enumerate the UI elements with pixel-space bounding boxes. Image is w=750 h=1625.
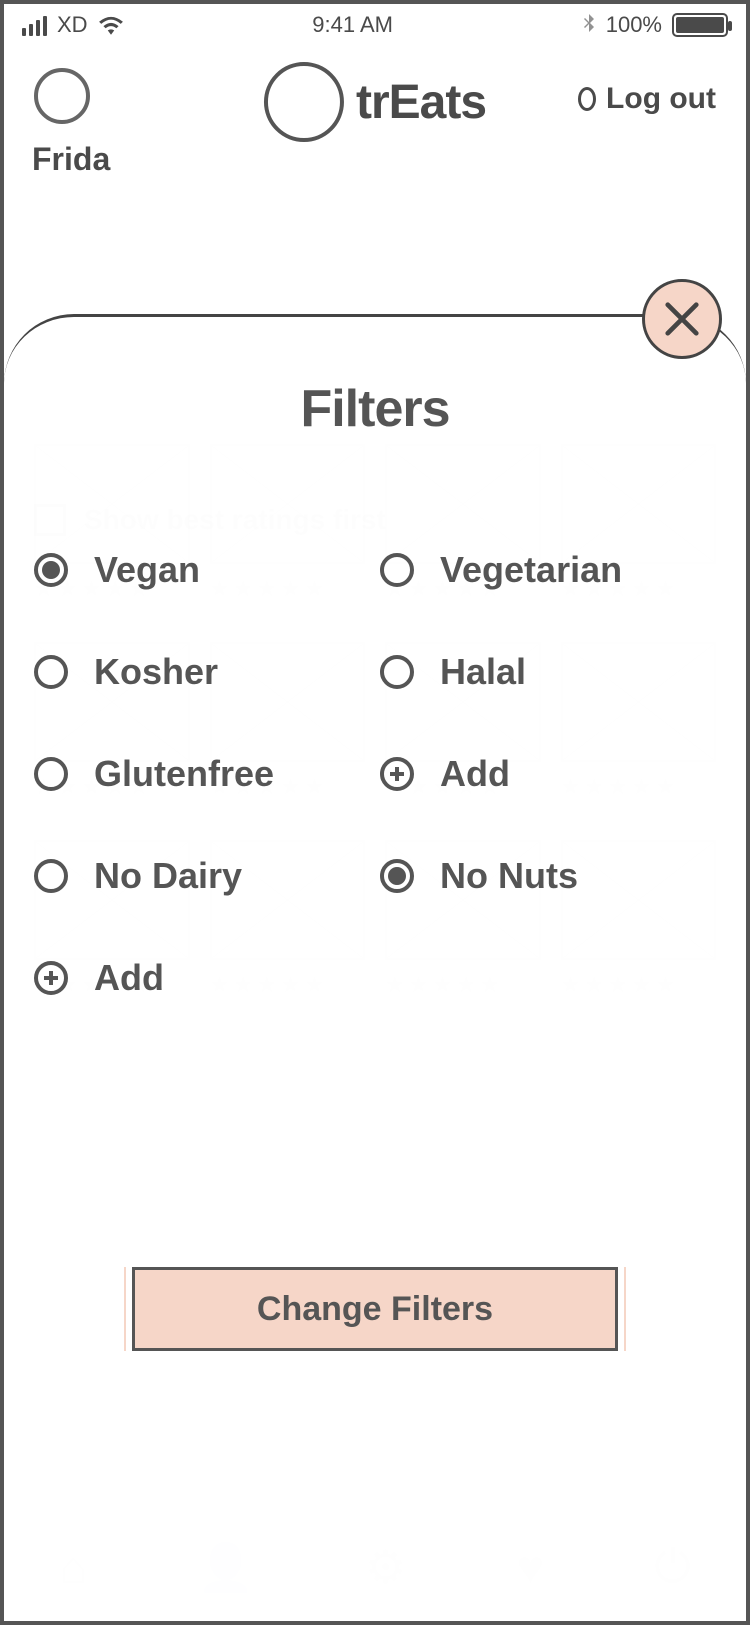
filters-sheet: Filters Vegan Vegetarian Kosher Halal Gluten… xyxy=(4,314,746,1621)
radio-icon xyxy=(380,859,414,893)
filter-label: Vegan xyxy=(94,549,200,591)
filter-label: No Nuts xyxy=(440,855,578,897)
radio-icon xyxy=(34,655,68,689)
filter-option-halal[interactable]: Halal xyxy=(380,651,716,693)
signal-icon xyxy=(22,14,47,36)
filter-label: No Dairy xyxy=(94,855,242,897)
filter-option-vegetarian[interactable]: Vegetarian xyxy=(380,549,716,591)
close-icon xyxy=(663,300,701,338)
brand[interactable]: trEats xyxy=(264,62,486,142)
logout-label: Log out xyxy=(606,82,716,116)
battery-pct: 100% xyxy=(606,12,662,38)
filter-label: Glutenfree xyxy=(94,753,274,795)
status-time: 9:41 AM xyxy=(312,12,393,38)
filter-options: Vegan Vegetarian Kosher Halal Glutenfree Add N… xyxy=(4,549,746,999)
filter-label: Add xyxy=(440,753,510,795)
brand-name: trEats xyxy=(356,75,486,130)
radio-icon xyxy=(34,859,68,893)
app-header: Frida trEats Log out xyxy=(4,46,746,186)
filter-label: Vegetarian xyxy=(440,549,622,591)
avatar-name: Frida xyxy=(32,141,110,178)
avatar[interactable] xyxy=(34,68,90,124)
apply-filters-label: Change Filters xyxy=(257,1290,493,1329)
filter-label: Halal xyxy=(440,651,526,693)
carrier-label: XD xyxy=(57,12,88,38)
radio-icon xyxy=(34,757,68,791)
close-button[interactable] xyxy=(642,279,722,359)
apply-filters-button[interactable]: Change Filters xyxy=(132,1267,618,1351)
filter-option-vegan[interactable]: Vegan xyxy=(34,549,370,591)
filter-option-no-nuts[interactable]: No Nuts xyxy=(380,855,716,897)
filter-add[interactable]: Add xyxy=(380,753,716,795)
status-bar: XD 9:41 AM 100% xyxy=(4,4,746,46)
radio-icon xyxy=(380,553,414,587)
logout-button[interactable]: Log out xyxy=(578,82,716,116)
radio-icon xyxy=(380,655,414,689)
filter-add[interactable]: Add xyxy=(34,957,370,999)
bluetooth-icon xyxy=(582,14,596,36)
wifi-icon xyxy=(98,15,124,35)
radio-icon xyxy=(34,553,68,587)
plus-icon xyxy=(34,961,68,995)
filter-option-kosher[interactable]: Kosher xyxy=(34,651,370,693)
filter-option-no-dairy[interactable]: No Dairy xyxy=(34,855,370,897)
filter-option-glutenfree[interactable]: Glutenfree xyxy=(34,753,370,795)
filter-label: Add xyxy=(94,957,164,999)
logout-icon xyxy=(578,87,596,111)
plus-icon xyxy=(380,757,414,791)
brand-logo-icon xyxy=(264,62,344,142)
battery-icon xyxy=(672,13,728,37)
filter-label: Kosher xyxy=(94,651,218,693)
sheet-title: Filters xyxy=(4,379,746,439)
